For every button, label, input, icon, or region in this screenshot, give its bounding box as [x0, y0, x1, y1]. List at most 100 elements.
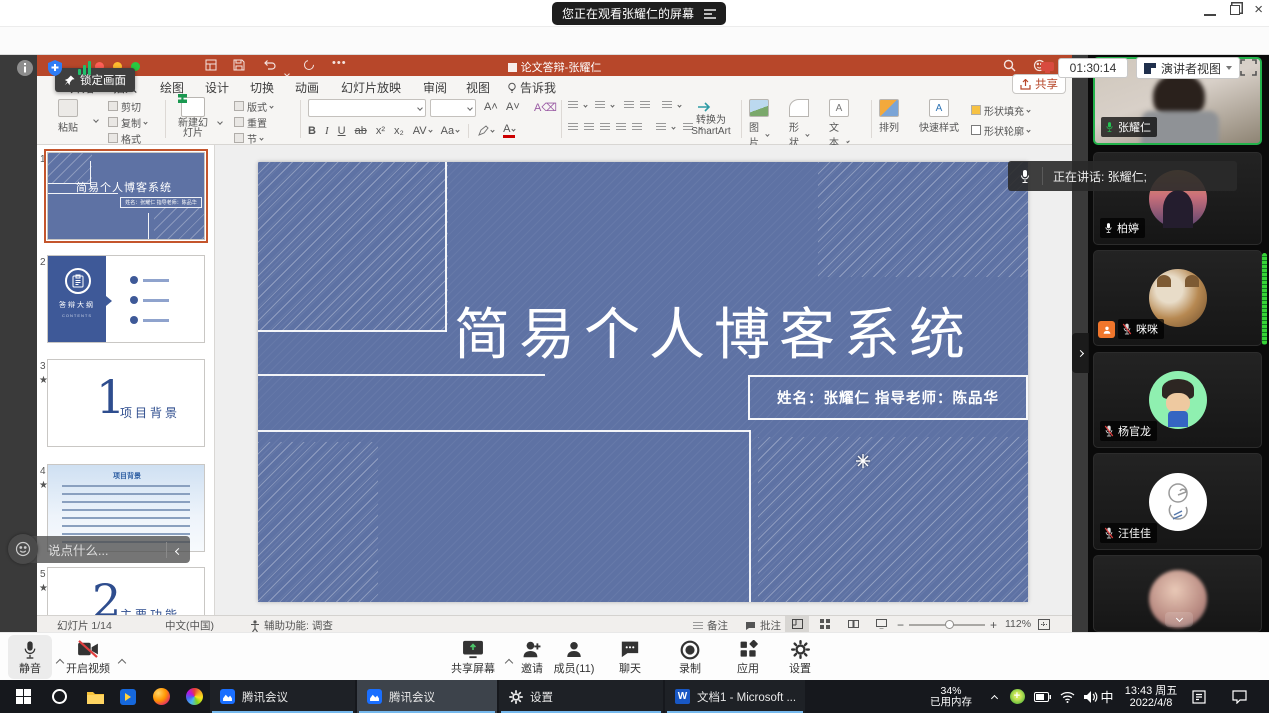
signal-bars-icon[interactable] — [76, 59, 94, 77]
restore-button[interactable] — [1230, 5, 1240, 15]
invite-button[interactable]: 邀请 — [514, 635, 550, 679]
lock-screen-tooltip[interactable]: 锁定画面 — [55, 68, 135, 92]
mute-button[interactable]: 静音 — [8, 635, 52, 679]
shield-icon[interactable] — [46, 59, 64, 77]
new-slide-dropdown[interactable] — [218, 111, 222, 129]
font-color-button[interactable]: A — [503, 123, 515, 138]
memory-usage-indicator[interactable]: 34% 已用内存 — [922, 680, 980, 713]
slide-thumbnail-2[interactable]: 答辩大纲 CONTENTS — [47, 255, 205, 343]
sidebar-collapse-button[interactable] — [1072, 333, 1089, 373]
tab-transitions[interactable]: 切换 — [250, 79, 274, 96]
paste-dropdown[interactable] — [94, 109, 98, 127]
participant-tile[interactable]: 咪咪 — [1093, 250, 1262, 346]
slide-counter[interactable]: 幻灯片 1/14 — [57, 618, 112, 633]
font-name-select[interactable] — [308, 99, 426, 117]
participant-tile[interactable] — [1093, 555, 1262, 632]
shape-outline-button[interactable]: 形状轮廓 — [971, 123, 1030, 137]
zoom-out-button[interactable]: − — [897, 618, 904, 632]
participant-tile[interactable]: 杨官龙 — [1093, 352, 1262, 448]
italic-button[interactable]: I — [325, 125, 329, 137]
zoom-slider-knob[interactable] — [945, 620, 954, 629]
slide-sorter-view-button[interactable] — [813, 616, 837, 632]
superscript-button[interactable]: x² — [376, 125, 385, 137]
grow-font-button[interactable]: A˄ — [484, 101, 498, 113]
align-center-button[interactable] — [584, 123, 594, 131]
media-app-button[interactable] — [113, 680, 143, 713]
battery-icon[interactable] — [1030, 680, 1054, 713]
cortana-button[interactable] — [44, 680, 74, 713]
record-button[interactable]: 录制 — [668, 635, 712, 679]
cut-button[interactable]: 剪切 — [108, 99, 147, 113]
tab-design[interactable]: 设计 — [205, 79, 229, 96]
underline-button[interactable]: U — [338, 125, 346, 137]
scroll-down-button[interactable] — [1165, 612, 1193, 627]
chat-placeholder[interactable]: 说点什么... — [48, 540, 108, 559]
firefox-button[interactable] — [146, 680, 176, 713]
clear-format-button[interactable]: A⌫ — [534, 101, 557, 114]
tab-view[interactable]: 视图 — [466, 79, 490, 96]
view-mode-button[interactable]: 演讲者视图 — [1136, 57, 1240, 79]
decrease-indent-button[interactable] — [624, 101, 634, 109]
close-button[interactable]: × — [1254, 4, 1263, 16]
paste-button[interactable]: 粘贴 — [58, 99, 78, 134]
columns-button[interactable] — [632, 123, 642, 131]
action-center-icon[interactable] — [1224, 680, 1254, 713]
file-explorer-button[interactable] — [80, 680, 110, 713]
tab-animations[interactable]: 动画 — [295, 79, 319, 96]
browser-button[interactable] — [179, 680, 209, 713]
shrink-font-button[interactable]: A˅ — [506, 101, 520, 113]
line-spacing-button[interactable] — [662, 101, 672, 109]
minimize-button[interactable] — [1204, 4, 1216, 16]
zoom-in-button[interactable]: + — [990, 618, 997, 632]
tab-tell-me[interactable]: 告诉我 — [507, 79, 556, 96]
new-slide-button[interactable]: 新建幻灯片 — [172, 97, 214, 139]
layout-button[interactable]: 版式 — [234, 99, 273, 113]
notes-toggle[interactable]: 备注 — [693, 618, 728, 633]
tray-expand-arrow[interactable] — [984, 680, 1004, 713]
slide-thumbnail-1[interactable]: 简易个人博客系统 姓名：张耀仁 指导老师：陈品华 — [47, 152, 205, 240]
wifi-icon[interactable] — [1056, 680, 1078, 713]
accessibility-status[interactable]: 辅助功能: 调查 — [250, 618, 333, 633]
reading-view-button[interactable] — [841, 616, 865, 632]
taskbar-window-meeting-1[interactable]: 腾讯会议 — [210, 680, 355, 713]
subscript-button[interactable]: x₂ — [394, 125, 404, 137]
change-case-button[interactable]: Aa — [441, 125, 459, 137]
slide-thumbnail-5[interactable]: 2 主要功能 — [47, 567, 205, 615]
ppt-title-bar[interactable]: ••• 论文答辩-张耀仁 — [37, 55, 1072, 76]
settings-button[interactable]: 设置 — [782, 635, 818, 679]
banner-menu-icon[interactable] — [704, 9, 716, 19]
normal-view-button[interactable] — [785, 616, 809, 632]
quick-styles-button[interactable]: A 快速样式 — [915, 99, 963, 134]
collapse-chat-icon[interactable] — [167, 543, 190, 557]
chat-button[interactable]: 聊天 — [612, 635, 648, 679]
shapes-button[interactable]: 形状 — [789, 99, 809, 149]
bold-button[interactable]: B — [308, 125, 316, 137]
format-painter-button[interactable]: 格式 — [108, 131, 147, 145]
bullets-button[interactable] — [568, 101, 578, 109]
taskbar-window-settings[interactable]: 设置 — [499, 680, 663, 713]
align-left-button[interactable] — [568, 123, 578, 131]
slide-canvas[interactable]: 简易个人博客系统 姓名：张耀仁 指导老师：陈品华 — [258, 162, 1028, 602]
comments-toggle[interactable]: 批注 — [745, 618, 781, 633]
language-status[interactable]: 中文(中国) — [165, 618, 214, 633]
quick-chat-bar[interactable]: 说点什么... — [22, 536, 190, 563]
fit-slide-button[interactable] — [1038, 619, 1050, 630]
section-button[interactable]: 节 — [234, 131, 273, 145]
apps-button[interactable]: 应用 — [730, 635, 766, 679]
emoji-button[interactable] — [8, 534, 38, 564]
arrange-button[interactable]: 排列 — [879, 99, 899, 134]
tab-review[interactable]: 审阅 — [423, 79, 447, 96]
justify-button[interactable] — [616, 123, 626, 131]
video-options-arrow[interactable] — [119, 653, 125, 671]
share-options-arrow[interactable] — [506, 653, 512, 671]
share-screen-button[interactable]: 共享屏幕 — [445, 635, 501, 679]
sticky-notes-icon[interactable] — [1186, 680, 1212, 713]
slideshow-view-button[interactable] — [869, 616, 893, 632]
char-spacing-button[interactable]: AV — [413, 125, 432, 137]
align-right-button[interactable] — [600, 123, 610, 131]
slide-thumbnail-3[interactable]: 1 项目背景 — [47, 359, 205, 447]
start-button[interactable] — [8, 680, 38, 713]
shape-fill-button[interactable]: 形状填充 — [971, 103, 1030, 117]
font-size-select[interactable] — [430, 99, 476, 117]
watching-banner[interactable]: 您正在观看张耀仁的屏幕 — [552, 2, 726, 25]
